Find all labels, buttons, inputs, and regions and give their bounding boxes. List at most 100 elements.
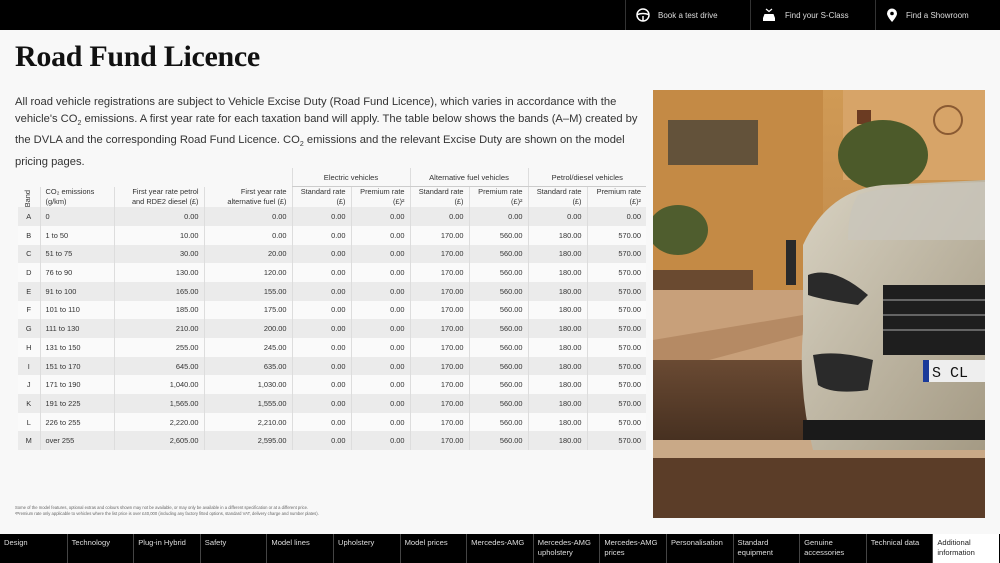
cell-band: F (26, 305, 31, 315)
nav-item-mercedes-amg[interactable]: Mercedes-AMG (466, 534, 533, 563)
cell-pd-premium: 570.00 (586, 281, 646, 301)
cell-alt-premium: 0.00 (468, 207, 528, 226)
cell-first-year-petrol: 1,040.00 (113, 375, 204, 395)
cell-band: G (25, 324, 32, 334)
cell-pd-standard: 180.00 (527, 300, 587, 320)
cell-ev-standard: 0.00 (291, 281, 351, 301)
cell-ev-standard: 0.00 (291, 356, 351, 376)
cell-pd-standard: 180.00 (527, 375, 587, 395)
cell-co2: over 255 (39, 431, 114, 451)
cell-alt-standard: 170.00 (409, 431, 469, 451)
cell-band: J (26, 380, 31, 390)
table-row: J 171 to 190 1,040.00 1,030.00 0.00 0.00 170.0… (18, 375, 646, 395)
cell-pd-premium: 570.00 (586, 263, 646, 282)
nav-item-mercedes-amg-upholstery[interactable]: Mercedes-AMG upholstery (532, 534, 600, 563)
col-header-ev-standard: Standard rate (£) (291, 186, 351, 208)
cell-first-year-alt: 1,030.00 (203, 375, 292, 395)
cell-alt-premium: 560.00 (468, 412, 528, 432)
cell-ev-premium: 0.00 (350, 356, 410, 376)
footnote-line-2: ²Premium rate only applicable to vehicle… (15, 511, 319, 516)
cell-ev-standard: 0.00 (291, 263, 351, 282)
nav-item-technical-data[interactable]: Technical data (865, 534, 933, 563)
cell-ev-premium: 0.00 (350, 281, 410, 301)
book-test-drive-link[interactable]: Book a test drive (625, 0, 750, 30)
intro-paragraph: All road vehicle registrations are subje… (15, 94, 655, 170)
car-search-icon (763, 8, 775, 21)
nav-item-safety[interactable]: Safety (199, 534, 267, 563)
group-header-alternative-fuel: Alternative fuel vehicles (409, 168, 528, 188)
cell-alt-standard: 170.00 (409, 338, 469, 357)
cell-pd-premium: 570.00 (586, 431, 646, 451)
cell-alt-premium: 560.00 (468, 431, 528, 451)
cell-first-year-alt: 245.00 (203, 338, 292, 357)
cell-co2: 191 to 225 (39, 394, 114, 413)
cell-pd-premium: 570.00 (586, 300, 646, 320)
nav-item-additional-information[interactable]: Additional information (932, 534, 999, 563)
cell-alt-premium: 560.00 (468, 244, 528, 264)
cell-first-year-petrol: 2,220.00 (113, 412, 204, 432)
table-row: D 76 to 90 130.00 120.00 0.00 0.00 170.00 560.0… (18, 263, 646, 282)
cell-first-year-alt: 635.00 (203, 356, 292, 376)
cell-ev-premium: 0.00 (350, 225, 410, 245)
find-s-class-link[interactable]: Find your S-Class (750, 0, 875, 30)
cell-pd-premium: 570.00 (586, 375, 646, 395)
cell-pd-standard: 180.00 (527, 338, 587, 357)
cell-ev-standard: 0.00 (291, 225, 351, 245)
cell-first-year-alt: 2,595.00 (203, 431, 292, 451)
cell-first-year-petrol: 130.00 (113, 263, 204, 282)
vehicle-excise-duty-table: Electric vehicles Alternative fuel vehic… (18, 168, 646, 451)
column-header-row: Band CO₂ emissions (g/km) First year rat… (18, 186, 646, 208)
table-body: A 0 0.00 0.00 0.00 0.00 0.00 0.00 0.00 0.00 B 1 to … (18, 207, 646, 451)
cell-first-year-petrol: 10.00 (113, 225, 204, 245)
nav-item-technology[interactable]: Technology (66, 534, 134, 563)
cell-alt-premium: 560.00 (468, 356, 528, 376)
nav-item-mercedes-amg-prices[interactable]: Mercedes-AMG prices (599, 534, 666, 563)
table-row: C 51 to 75 30.00 20.00 0.00 0.00 170.00 560.00 1… (18, 244, 646, 264)
cell-co2: 0 (39, 207, 114, 226)
cell-ev-premium: 0.00 (350, 412, 410, 432)
col-header-first-year-petrol: First year rate petrol and RDE2 diesel (… (113, 186, 204, 208)
cell-alt-premium: 560.00 (468, 225, 528, 245)
nav-item-genuine-accessories[interactable]: Genuine accessories (799, 534, 866, 563)
cell-co2: 226 to 255 (39, 412, 114, 432)
cell-pd-premium: 0.00 (586, 207, 646, 226)
cell-band: H (26, 342, 32, 352)
cell-first-year-petrol: 645.00 (113, 356, 204, 376)
cell-co2: 91 to 100 (39, 281, 114, 301)
cell-pd-standard: 180.00 (527, 263, 587, 282)
cell-band: L (26, 417, 31, 427)
cell-first-year-alt: 200.00 (203, 319, 292, 338)
cell-first-year-alt: 0.00 (203, 225, 292, 245)
nav-item-design[interactable]: Design (0, 534, 67, 563)
cell-ev-standard: 0.00 (291, 412, 351, 432)
nav-item-model-lines[interactable]: Model lines (266, 534, 333, 563)
table-row: F 101 to 110 185.00 175.00 0.00 0.00 170.00 560… (18, 300, 646, 320)
cell-first-year-petrol: 2,605.00 (113, 431, 204, 451)
cell-pd-standard: 180.00 (527, 225, 587, 245)
cell-ev-standard: 0.00 (291, 338, 351, 357)
nav-item-personalisation[interactable]: Personalisation (665, 534, 733, 563)
nav-item-plug-in-hybrid[interactable]: Plug-in Hybrid (133, 534, 200, 563)
cell-first-year-alt: 155.00 (203, 281, 292, 301)
cell-pd-premium: 570.00 (586, 225, 646, 245)
cell-first-year-petrol: 255.00 (113, 338, 204, 357)
find-showroom-link[interactable]: Find a Showroom (875, 0, 1000, 30)
nav-item-model-prices[interactable]: Model prices (399, 534, 467, 563)
cell-co2: 1 to 50 (39, 225, 114, 245)
cell-ev-standard: 0.00 (291, 300, 351, 320)
cell-first-year-petrol: 185.00 (113, 300, 204, 320)
cell-ev-premium: 0.00 (350, 300, 410, 320)
cell-pd-premium: 570.00 (586, 338, 646, 357)
nav-item-standard-equipment[interactable]: Standard equipment (732, 534, 800, 563)
cell-first-year-alt: 2,210.00 (203, 412, 292, 432)
table-row: G 111 to 130 210.00 200.00 0.00 0.00 170.00 560… (18, 319, 646, 338)
nav-item-upholstery[interactable]: Upholstery (332, 534, 400, 563)
cell-alt-premium: 560.00 (468, 394, 528, 413)
cell-pd-premium: 570.00 (586, 412, 646, 432)
cell-band: K (26, 398, 32, 408)
table-row: H 131 to 150 255.00 245.00 0.00 0.00 170.00 560… (18, 338, 646, 357)
find-showroom-label: Find a Showroom (906, 10, 969, 20)
cell-ev-premium: 0.00 (350, 319, 410, 338)
s-class-photo: S CL (653, 90, 985, 518)
cell-first-year-petrol: 1,565.00 (113, 394, 204, 413)
